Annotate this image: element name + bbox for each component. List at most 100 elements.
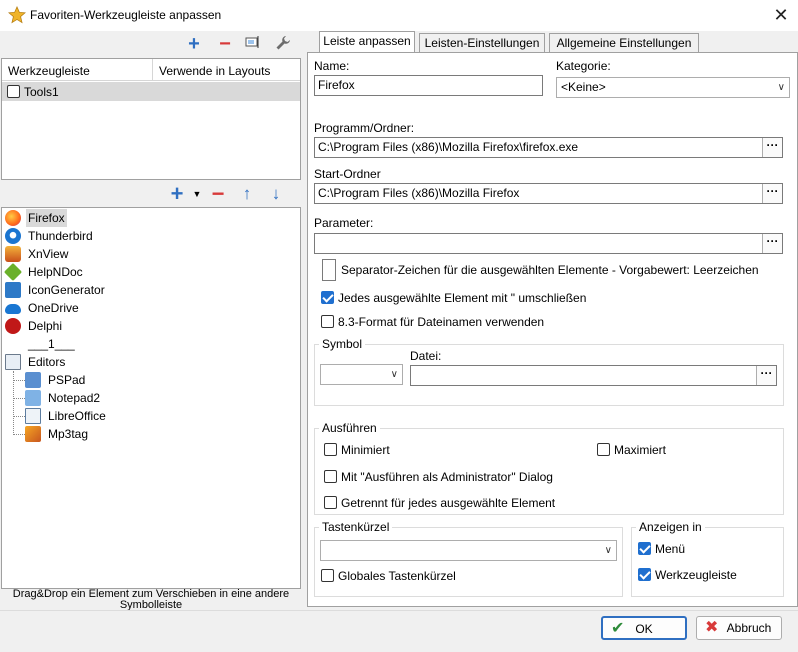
program-value: C:\Program Files (x86)\Mozilla Firefox\f…	[318, 140, 579, 154]
name-label: Name:	[314, 59, 350, 73]
separator-label: Separator-Zeichen für die ausgewählten E…	[341, 263, 759, 277]
remove-icon[interactable]: −	[216, 34, 234, 54]
parameter-browse-button[interactable]: ···	[762, 234, 782, 253]
program-browse-button[interactable]: ···	[762, 138, 782, 157]
show-menu-label: Menü	[655, 542, 686, 556]
execute-group-title: Ausführen	[319, 421, 380, 435]
star-icon	[8, 6, 26, 24]
column-header-layouts[interactable]: Verwende in Layouts	[159, 64, 270, 78]
list-item[interactable]: Tools1	[2, 82, 300, 101]
arrow-down-icon[interactable]: ↓	[267, 185, 285, 203]
symbol-file-browse-button[interactable]: ···	[756, 366, 776, 385]
add-icon[interactable]: +	[185, 34, 203, 54]
minimized-label: Minimiert	[341, 443, 390, 457]
tree-item-editors[interactable]: Editors	[5, 353, 295, 371]
chevron-down-icon: ∨	[604, 545, 612, 556]
folder-tree-icon	[5, 354, 21, 370]
tree-item-firefox[interactable]: Firefox	[5, 209, 295, 227]
icongenerator-icon	[5, 282, 21, 298]
tree-item-libreoffice[interactable]: LibreOffice	[25, 407, 295, 425]
maximized-label: Maximiert	[614, 443, 667, 457]
category-select[interactable]: <Keine> ∨	[556, 77, 790, 98]
separate-checkbox[interactable]	[324, 496, 337, 509]
tab-leiste-anpassen[interactable]: Leiste anpassen	[319, 31, 415, 53]
tree-item-thunderbird[interactable]: Thunderbird	[5, 227, 295, 245]
tab-page-leiste-anpassen: Name: Firefox Kategorie: <Keine> ∨ Progr…	[307, 52, 798, 607]
hotkey-group-title: Tastenkürzel	[319, 520, 393, 534]
minimized-checkbox[interactable]	[324, 443, 337, 456]
program-label: Programm/Ordner:	[314, 121, 415, 135]
symbol-select[interactable]: ∨	[320, 364, 403, 385]
add-item-icon[interactable]: +	[168, 183, 186, 205]
category-value: <Keine>	[561, 80, 606, 94]
show-toolbar-checkbox[interactable]	[638, 568, 651, 581]
parameter-field[interactable]: ···	[314, 233, 783, 254]
chevron-down-icon: ∨	[390, 369, 398, 380]
quote-label: Jedes ausgewählte Element mit " umschlie…	[338, 291, 587, 305]
onedrive-icon	[5, 304, 21, 314]
tree-item-onedrive[interactable]: OneDrive	[5, 299, 295, 317]
quote-checkbox[interactable]	[321, 291, 334, 304]
start-folder-label: Start-Ordner	[314, 167, 381, 181]
tree-item-xnview[interactable]: XnView	[5, 245, 295, 263]
global-hotkey-checkbox[interactable]	[321, 569, 334, 582]
tab-leisten-einstellungen[interactable]: Leisten-Einstellungen	[419, 33, 545, 53]
symbol-file-field[interactable]: ···	[410, 365, 777, 386]
arrow-up-icon[interactable]: ↑	[238, 185, 256, 203]
separator-char-field[interactable]	[322, 259, 336, 281]
layouts-toolbar: + −	[0, 31, 302, 58]
show-toolbar-label: Werkzeugleiste	[655, 568, 737, 582]
items-tree: Firefox Thunderbird XnView HelpNDoc Icon…	[1, 207, 301, 589]
short83-checkbox[interactable]	[321, 315, 334, 328]
libreoffice-icon	[25, 408, 41, 424]
file-label: Datei:	[410, 349, 442, 363]
xnview-icon	[5, 246, 21, 262]
tools1-checkbox[interactable]	[7, 85, 20, 98]
firefox-icon	[5, 210, 21, 226]
cancel-button-label: Abbruch	[726, 621, 772, 635]
pspad-icon	[25, 372, 41, 388]
delphi-icon	[5, 318, 21, 334]
chevron-down-icon[interactable]: ▼	[188, 185, 206, 203]
tree-item-notepad2[interactable]: Notepad2	[25, 389, 295, 407]
column-header-toolbar[interactable]: Werkzeugleiste	[8, 64, 90, 78]
parameter-label: Parameter:	[314, 216, 374, 230]
wrench-icon[interactable]	[274, 35, 292, 53]
rename-icon[interactable]	[244, 35, 262, 53]
tree-item-helpndoc[interactable]: HelpNDoc	[3, 262, 295, 282]
name-field[interactable]: Firefox	[314, 75, 543, 96]
start-folder-browse-button[interactable]: ···	[762, 184, 782, 203]
admin-label: Mit "Ausführen als Administrator" Dialog	[341, 470, 553, 484]
symbol-group-title: Symbol	[319, 337, 366, 351]
admin-checkbox[interactable]	[324, 470, 337, 483]
tree-item-delphi[interactable]: Delphi	[5, 317, 295, 335]
chevron-down-icon: ∨	[777, 82, 785, 93]
hotkey-select[interactable]: ∨	[320, 540, 617, 561]
close-icon[interactable]: ✕	[770, 4, 792, 26]
toolbar-layouts-list: Werkzeugleiste Verwende in Layouts Tools…	[1, 58, 301, 180]
items-toolbar: + ▼ − ↑ ↓	[0, 182, 302, 206]
tree-item-separator[interactable]: ___1___	[5, 335, 295, 353]
remove-item-icon[interactable]: −	[209, 183, 227, 205]
start-folder-field[interactable]: C:\Program Files (x86)\Mozilla Firefox ·…	[314, 183, 783, 204]
tree-item-icongenerator[interactable]: IconGenerator	[5, 281, 295, 299]
footer-divider	[0, 610, 798, 611]
mp3tag-icon	[25, 426, 41, 442]
separate-label: Getrennt für jedes ausgewählte Element	[341, 496, 556, 510]
cancel-button[interactable]: ✖ Abbruch	[696, 616, 782, 640]
maximized-checkbox[interactable]	[597, 443, 610, 456]
short83-label: 8.3-Format für Dateinamen verwenden	[338, 315, 545, 329]
program-field[interactable]: C:\Program Files (x86)\Mozilla Firefox\f…	[314, 137, 783, 158]
tree-item-pspad[interactable]: PSPad	[25, 371, 295, 389]
tab-allgemeine-einstellungen[interactable]: Allgemeine Einstellungen	[549, 33, 699, 53]
ok-button[interactable]: ✔ OK	[601, 616, 687, 640]
show-menu-checkbox[interactable]	[638, 542, 651, 555]
category-label: Kategorie:	[556, 59, 611, 73]
tree-item-mp3tag[interactable]: Mp3tag	[25, 425, 295, 443]
show-in-group-title: Anzeigen in	[636, 520, 705, 534]
hotkey-group	[314, 527, 623, 597]
ok-button-label: OK	[635, 622, 653, 636]
window-title: Favoriten-Werkzeugleiste anpassen	[30, 8, 222, 22]
global-hotkey-label: Globales Tastenkürzel	[338, 569, 456, 583]
start-folder-value: C:\Program Files (x86)\Mozilla Firefox	[318, 186, 520, 200]
